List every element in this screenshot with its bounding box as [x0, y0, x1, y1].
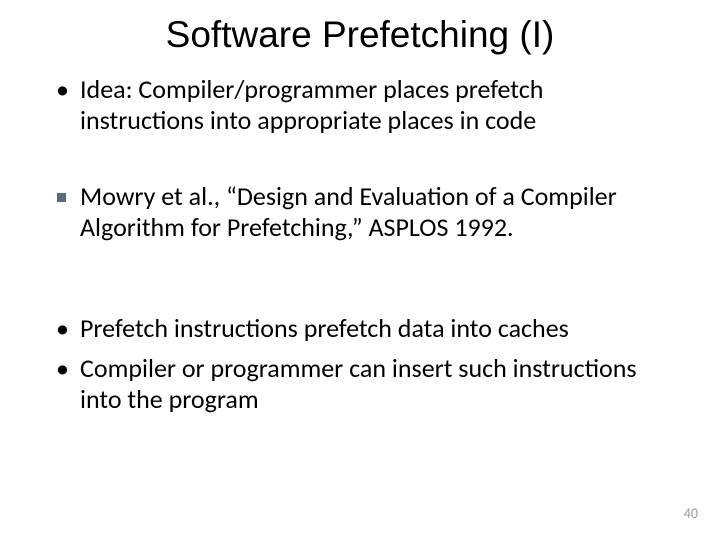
slide-body: Idea: Compiler/programmer places prefetc… — [50, 74, 670, 415]
ref-prefix: Mowry et al., — [80, 180, 226, 212]
slide: Software Prefetching (I) Idea: Compiler/… — [0, 0, 720, 540]
spacer — [50, 253, 670, 313]
close-quote: ” — [352, 211, 363, 243]
page-number: 40 — [684, 505, 698, 522]
bullet-prefetch-data: Prefetch instructions prefetch data into… — [50, 313, 670, 344]
bullet-idea: Idea: Compiler/programmer places prefetc… — [50, 74, 670, 135]
bullet-reference: Mowry et al., “Design and Evaluation of … — [50, 181, 670, 242]
ref-venue: ASPLOS 1992. — [363, 211, 514, 243]
spacer — [50, 145, 670, 181]
slide-title: Software Prefetching (I) — [50, 14, 670, 56]
bullet-compiler-insert: Compiler or programmer can insert such i… — [50, 353, 670, 414]
open-quote: “ — [226, 180, 237, 212]
